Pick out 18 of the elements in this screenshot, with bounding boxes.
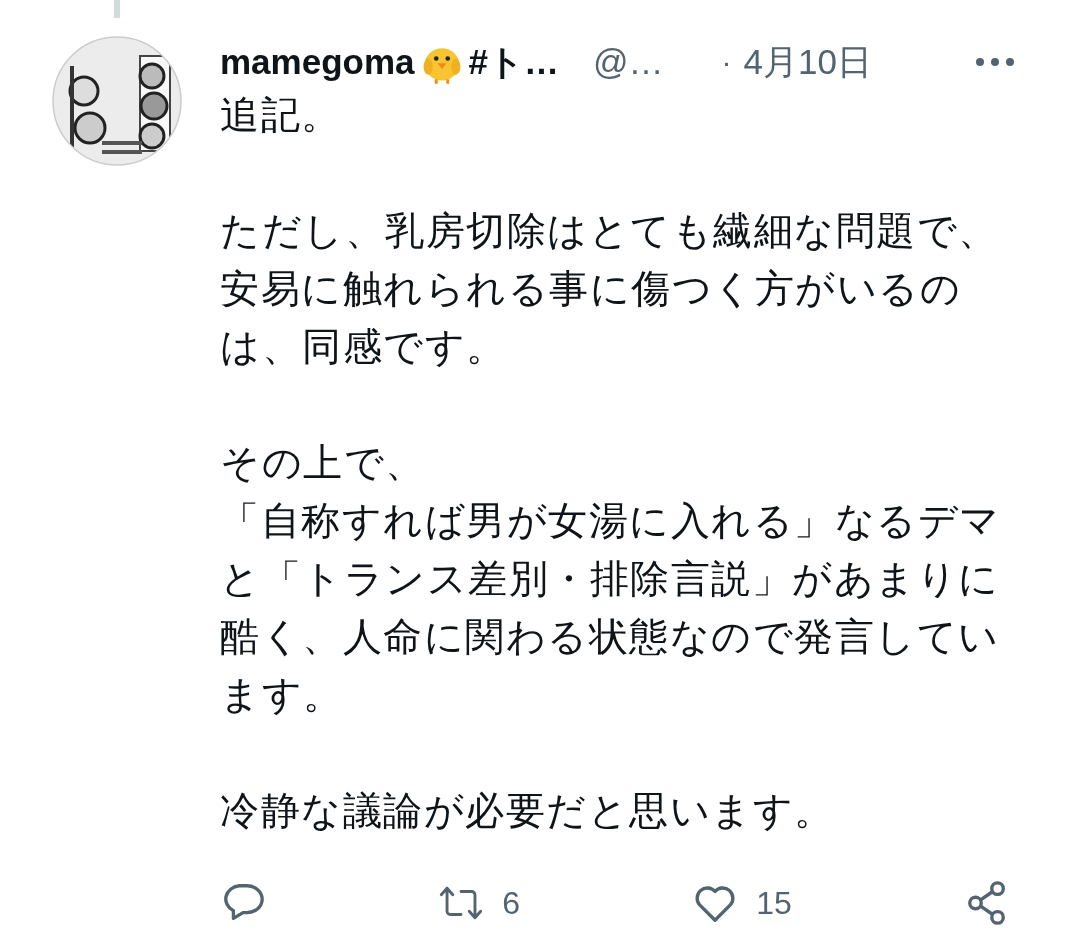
user-handle: @…: [593, 42, 664, 82]
tweet-date: 4月10日: [743, 40, 872, 83]
tweet-text-line: ます。: [220, 672, 344, 718]
tweet-text-line: 「自称すれば男が女湯に入れる」なるデマ: [220, 498, 1001, 544]
tweet-text-line: 酷く、人命に関わる状態なので発言してい: [220, 614, 1000, 660]
tweet-text-line: 安易に触れられる事に傷つく方がいるの: [220, 266, 961, 312]
tweet-text-line: と「トランス差別・排除言説」があまりに: [220, 556, 1000, 602]
display-name-suffix: #ト…: [468, 40, 559, 83]
tweet-text-line: 追記。: [220, 92, 342, 138]
more-icon[interactable]: [975, 57, 1015, 67]
tweet-text-line: ただし、乳房切除はとても繊細な問題で、: [220, 208, 999, 254]
tweet-text-line: その上で、: [220, 440, 426, 486]
display-name: mamegoma: [220, 42, 415, 82]
tweet-text-line: 冷静な議論が必要だと思います。: [220, 788, 835, 834]
tweet-text-line: は、同感です。: [220, 324, 507, 370]
retweet-count: 6: [502, 884, 520, 922]
like-count: 15: [756, 884, 792, 922]
separator-dot: ·: [721, 45, 732, 79]
